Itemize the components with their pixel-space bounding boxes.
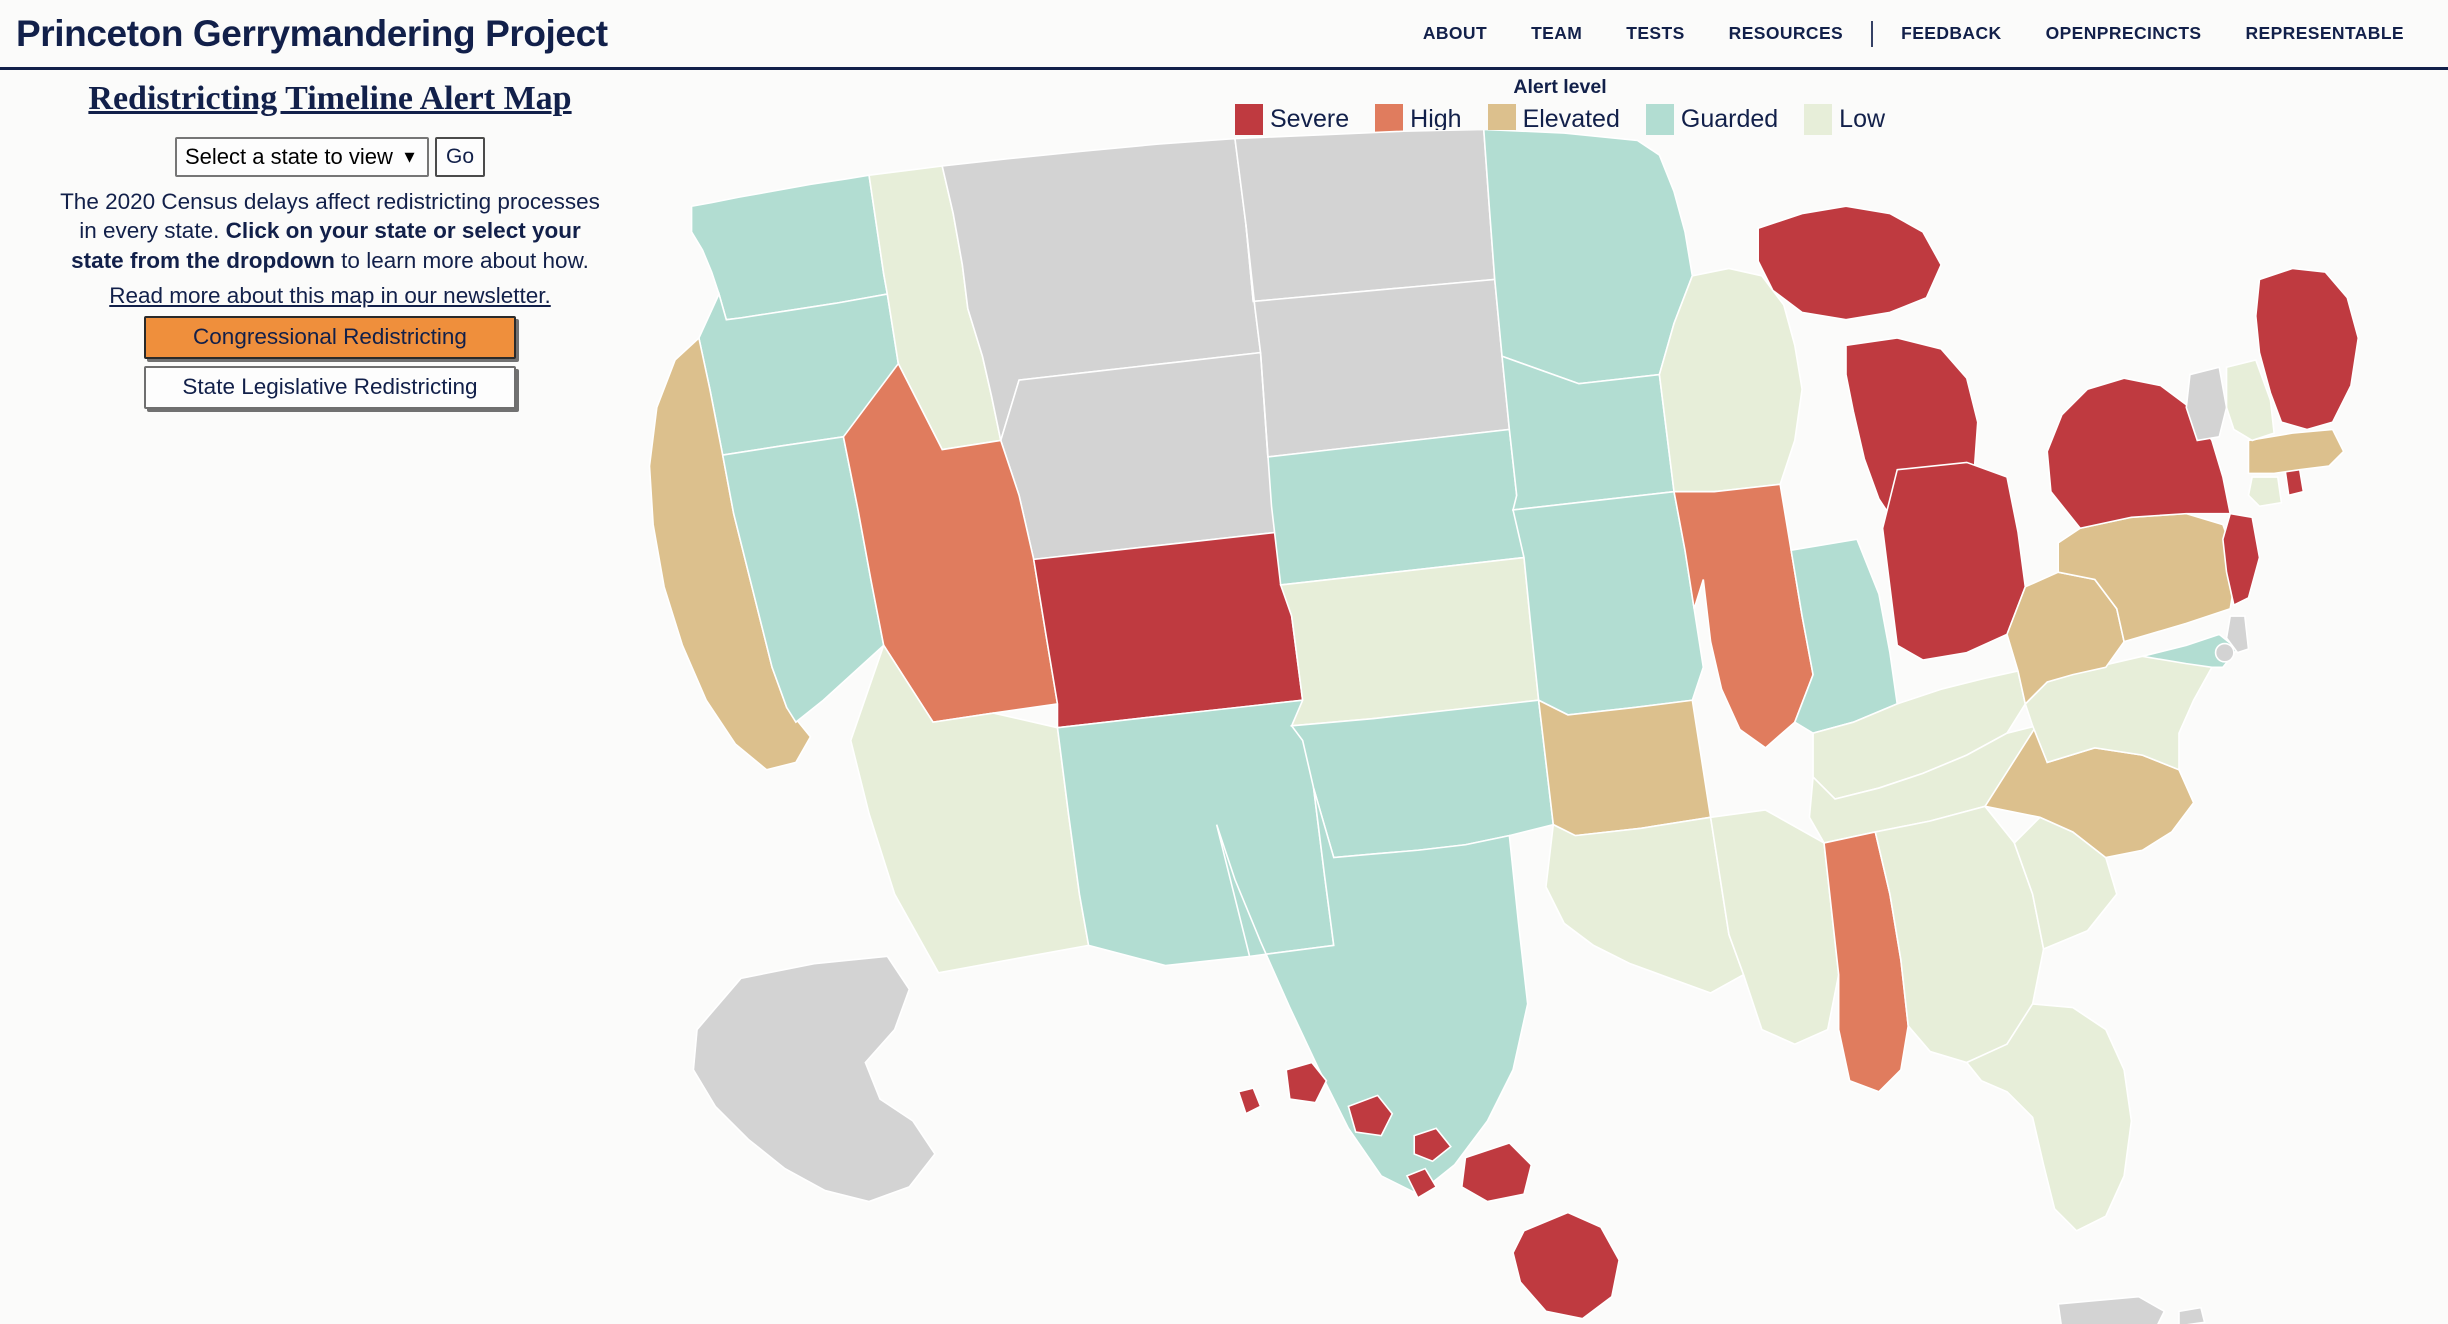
state-nm[interactable]	[1057, 700, 1333, 965]
nav-link-openprecincts[interactable]: OPENPRECINCTS	[2024, 23, 2224, 44]
main-navigation: ABOUT TEAM TESTS RESOURCES FEEDBACK OPEN…	[1401, 20, 2426, 47]
sidebar-panel: Redistricting Timeline Alert Map Select …	[0, 70, 660, 1324]
nav-link-representable[interactable]: REPRESENTABLE	[2223, 23, 2426, 44]
legend-label-severe: Severe	[1269, 105, 1350, 133]
nav-link-about[interactable]: ABOUT	[1401, 23, 1509, 44]
newsletter-link[interactable]: Read more about this map in our newslett…	[109, 283, 551, 309]
state-co[interactable]	[1034, 532, 1303, 728]
us-map-svg[interactable]	[590, 130, 2448, 1324]
state-la[interactable]	[1546, 817, 1744, 993]
state-ms[interactable]	[1711, 810, 1839, 1044]
state-dc[interactable]	[2216, 644, 2234, 662]
site-brand-title: Princeton Gerrymandering Project	[16, 12, 608, 54]
nav-divider	[1871, 20, 1874, 47]
state-select-dropdown[interactable]: Select a state to view	[174, 137, 429, 178]
panel-description-part2: to learn more about how.	[334, 247, 589, 273]
state-ok[interactable]	[1292, 700, 1554, 857]
state-in[interactable]	[1791, 539, 1897, 733]
legend-label-elevated: Elevated	[1522, 105, 1620, 133]
go-button[interactable]: Go	[434, 137, 485, 178]
state-selector-row: Select a state to view ▼ Go	[0, 137, 660, 178]
state-mn[interactable]	[1484, 130, 1693, 384]
state-oh[interactable]	[1883, 462, 2026, 660]
legend-label-high: High	[1410, 105, 1462, 133]
site-header: Princeton Gerrymandering Project ABOUT T…	[0, 0, 2448, 70]
map-legend: Alert level Severe High Elevated Guarded…	[1160, 76, 1960, 135]
nav-link-tests[interactable]: TESTS	[1604, 23, 1706, 44]
state-ak[interactable]	[693, 956, 934, 1201]
state-mo[interactable]	[1513, 492, 1703, 715]
state-ar[interactable]	[1539, 700, 1711, 835]
state-select-wrapper: Select a state to view ▼	[174, 137, 429, 178]
nav-link-resources[interactable]: RESOURCES	[1707, 23, 1865, 44]
state-wy[interactable]	[1001, 353, 1281, 560]
legend-label-guarded: Guarded	[1680, 105, 1779, 133]
legend-label-low: Low	[1839, 105, 1886, 133]
state-ks[interactable]	[1281, 558, 1539, 726]
us-alert-map[interactable]	[590, 130, 2448, 1324]
state-pr[interactable]	[2058, 1297, 2204, 1324]
tab-state-legislative-redistricting[interactable]: State Legislative Redistricting	[144, 365, 516, 409]
tab-congressional-redistricting[interactable]: Congressional Redistricting	[144, 315, 516, 359]
state-ct[interactable]	[2248, 477, 2281, 506]
legend-title: Alert level	[1513, 76, 1607, 98]
nav-link-team[interactable]: TEAM	[1509, 23, 1604, 44]
page-title: Redistricting Timeline Alert Map	[88, 80, 572, 117]
panel-description: The 2020 Census delays affect redistrict…	[50, 187, 610, 275]
nav-link-feedback[interactable]: FEEDBACK	[1879, 23, 2023, 44]
state-nd[interactable]	[1235, 130, 1495, 301]
state-ri[interactable]	[2285, 470, 2303, 496]
